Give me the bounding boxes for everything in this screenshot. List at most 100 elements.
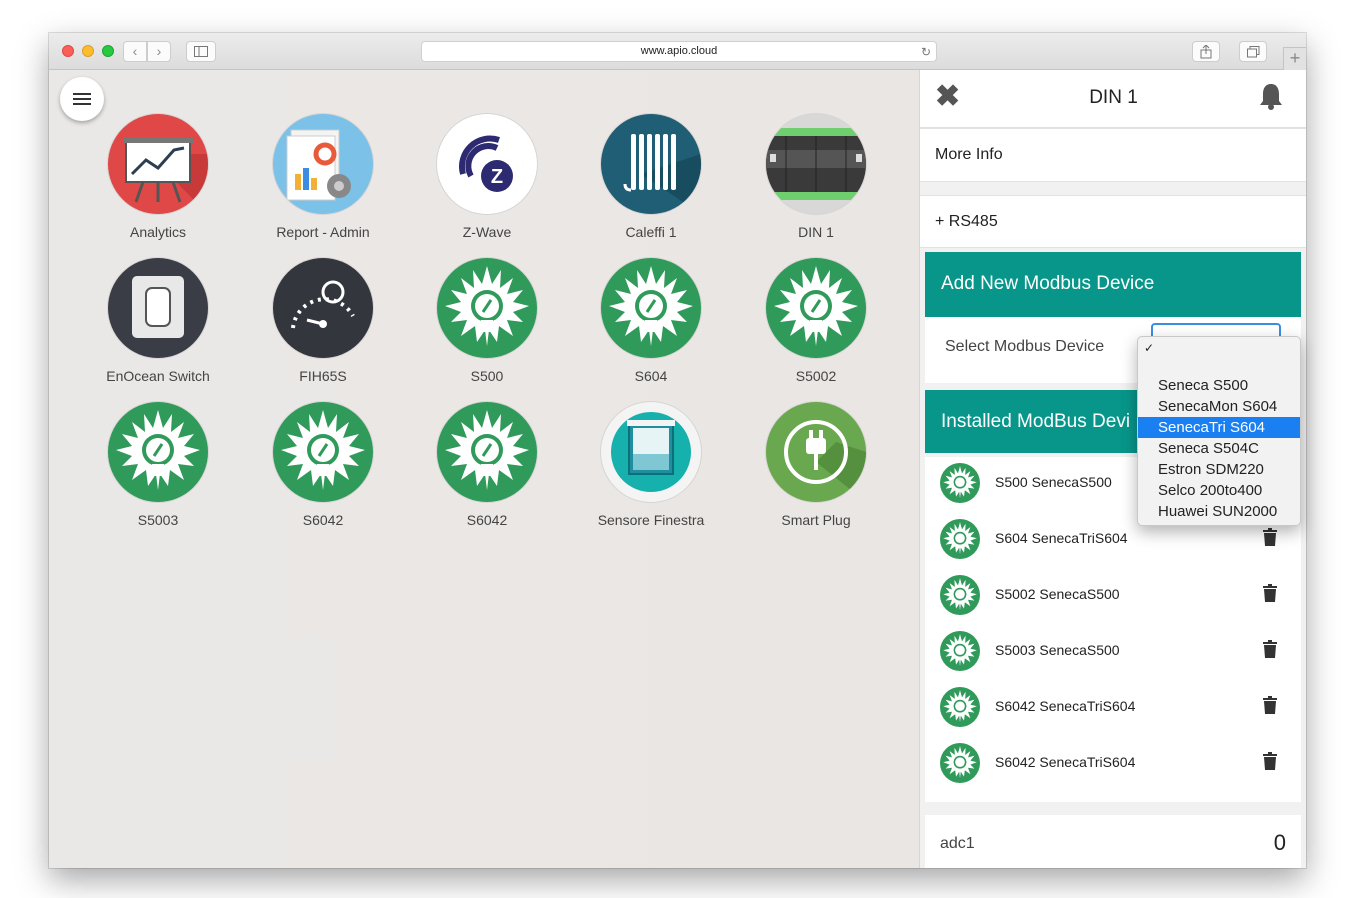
tile-label: Sensore Finestra <box>597 512 705 528</box>
zwave-icon: Z <box>437 114 537 214</box>
lightbulb-icon <box>940 743 980 783</box>
list-item[interactable]: S5003 SenecaS500 <box>925 625 1301 681</box>
tile-label: DIN 1 <box>798 224 834 240</box>
device-name: S500 SenecaS500 <box>995 474 1112 490</box>
gauge-icon <box>273 258 373 358</box>
din-rail-icon <box>766 114 866 214</box>
hamburger-icon-bar <box>73 98 91 100</box>
forward-button[interactable]: › <box>147 41 171 62</box>
share-button[interactable] <box>1192 41 1220 62</box>
lightbulb-icon <box>940 463 980 503</box>
panel-title: DIN 1 <box>1089 87 1138 108</box>
bell-icon[interactable] <box>1259 82 1283 115</box>
dropdown-option[interactable]: Seneca S504C <box>1138 438 1300 459</box>
dropdown-option[interactable]: SenecaMon S604 <box>1138 396 1300 417</box>
tile-enocean-switch[interactable]: EnOcean Switch <box>83 258 233 384</box>
share-icon <box>1200 44 1212 59</box>
tile-label: EnOcean Switch <box>106 368 210 384</box>
lightbulb-icon <box>766 258 866 358</box>
browser-window: ‹ › www.apio.cloud ↻ + Analytics Report … <box>49 33 1306 868</box>
chevron-left-icon: ‹ <box>132 43 138 59</box>
window-sensor-icon <box>601 402 701 502</box>
tile-report-admin[interactable]: Report - Admin <box>248 114 398 240</box>
tile-s5002[interactable]: S5002 <box>741 258 891 384</box>
more-info-button[interactable]: More Info <box>920 128 1306 182</box>
lightbulb-icon <box>273 402 373 502</box>
dropdown-option[interactable]: Huawei SUN2000 <box>1138 501 1300 522</box>
hamburger-icon <box>73 93 91 95</box>
chevron-right-icon: › <box>156 43 162 59</box>
dropdown-option-selected[interactable]: SenecaTri S604 <box>1138 417 1300 438</box>
dropdown-option[interactable]: Estron SDM220 <box>1138 459 1300 480</box>
report-icon <box>273 114 373 214</box>
modbus-device-dropdown[interactable]: ✓ Seneca S500 SenecaMon S604 SenecaTri S… <box>1137 336 1301 526</box>
svg-text:Z: Z <box>491 166 503 188</box>
adc1-value: 0 <box>1273 830 1286 855</box>
select-modbus-label: Select Modbus Device <box>945 338 1105 355</box>
list-item[interactable]: S6042 SenecaTriS604 <box>925 737 1301 793</box>
device-name: S6042 SenecaTriS604 <box>995 698 1136 714</box>
tile-s6042[interactable]: S6042 <box>412 402 562 528</box>
trash-icon[interactable] <box>1263 640 1277 663</box>
device-name: S6042 SenecaTriS604 <box>995 754 1136 770</box>
tile-s5003[interactable]: S5003 <box>83 402 233 528</box>
minimize-window-button[interactable] <box>82 45 94 57</box>
dropdown-option[interactable]: Selco 200to400 <box>1138 480 1300 501</box>
tile-sensore-finestra[interactable]: Sensore Finestra <box>576 402 726 528</box>
list-item[interactable]: S6042 SenecaTriS604 <box>925 681 1301 737</box>
device-name: S604 SenecaTriS604 <box>995 530 1128 546</box>
tile-s500[interactable]: S500 <box>412 258 562 384</box>
tile-label: Caleffi 1 <box>625 224 677 240</box>
lightbulb-icon <box>108 402 208 502</box>
add-modbus-header: Add New Modbus Device <box>925 252 1301 317</box>
adc1-label: adc1 <box>940 835 975 852</box>
checkmark-icon: ✓ <box>1144 341 1155 355</box>
address-bar[interactable]: www.apio.cloud ↻ <box>421 41 937 62</box>
lightbulb-icon <box>437 258 537 358</box>
tile-label: Z-Wave <box>462 224 512 240</box>
sidebar-icon <box>194 46 208 57</box>
new-tab-button[interactable]: + <box>1283 47 1306 70</box>
tile-smart-plug[interactable]: Smart Plug <box>741 402 891 528</box>
tile-s6042[interactable]: S6042 <box>248 402 398 528</box>
adc1-row: adc1 0 <box>925 815 1301 868</box>
analytics-presentation-icon <box>108 114 208 214</box>
zoom-window-button[interactable] <box>102 45 114 57</box>
sidebar-toggle-button[interactable] <box>186 41 216 62</box>
tile-label: S6042 <box>302 512 344 528</box>
lightbulb-icon <box>437 402 537 502</box>
panel-header: ✖ DIN 1 <box>920 70 1306 128</box>
tile-s604[interactable]: S604 <box>576 258 726 384</box>
lightbulb-icon <box>940 631 980 671</box>
tile-label: S604 <box>634 368 668 384</box>
rs485-button[interactable]: + RS485 <box>920 195 1306 248</box>
lightbulb-icon <box>940 687 980 727</box>
trash-icon[interactable] <box>1263 528 1277 551</box>
tile-label: S500 <box>470 368 504 384</box>
tile-label: Analytics <box>129 224 187 240</box>
tile-fih65s[interactable]: FIH65S <box>248 258 398 384</box>
tile-z-wave[interactable]: Z Z-Wave <box>412 114 562 240</box>
device-name: S5002 SenecaS500 <box>995 586 1120 602</box>
tile-label: Report - Admin <box>276 224 370 240</box>
back-button[interactable]: ‹ <box>123 41 147 62</box>
device-grid: Analytics Report - Admin Z Z-Wave Caleff… <box>49 70 919 868</box>
tile-label: S5003 <box>137 512 179 528</box>
reload-icon[interactable]: ↻ <box>921 43 931 61</box>
tile-din-1[interactable]: DIN 1 <box>741 114 891 240</box>
trash-icon[interactable] <box>1263 584 1277 607</box>
hamburger-icon-bar <box>73 103 91 105</box>
page-content: Analytics Report - Admin Z Z-Wave Caleff… <box>49 70 1306 868</box>
tile-analytics[interactable]: Analytics <box>83 114 233 240</box>
close-window-button[interactable] <box>62 45 74 57</box>
tile-label: S6042 <box>466 512 508 528</box>
tile-label: FIH65S <box>299 368 347 384</box>
list-item[interactable]: S5002 SenecaS500 <box>925 569 1301 625</box>
lightbulb-icon <box>940 519 980 559</box>
tabs-overview-button[interactable] <box>1239 41 1267 62</box>
radiator-icon <box>601 114 701 214</box>
trash-icon[interactable] <box>1263 752 1277 775</box>
trash-icon[interactable] <box>1263 696 1277 719</box>
dropdown-option[interactable]: Seneca S500 <box>1138 375 1300 396</box>
tile-caleffi-1[interactable]: Caleffi 1 <box>576 114 726 240</box>
